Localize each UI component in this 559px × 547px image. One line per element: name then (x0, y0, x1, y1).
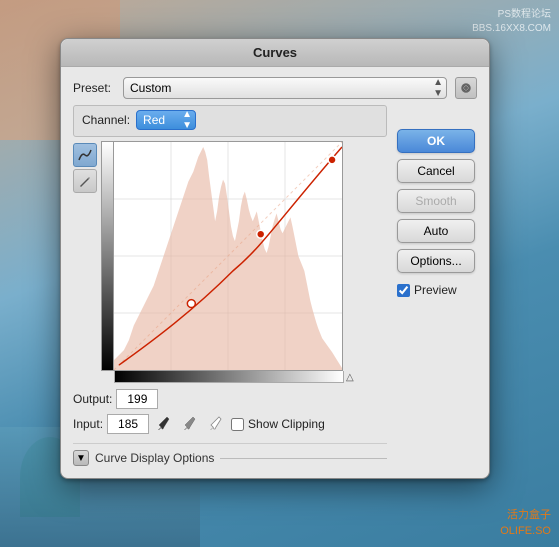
curves-graph[interactable] (113, 141, 343, 371)
output-input[interactable] (116, 389, 158, 409)
control-point-selected (187, 300, 195, 308)
preview-label: Preview (414, 283, 457, 297)
output-gradient-bar (101, 141, 113, 371)
eyedropper-gray-icon (181, 415, 199, 433)
options-button[interactable]: Options... (397, 249, 475, 273)
curve-display-separator (220, 458, 387, 459)
watermark-top: PS数程论坛 BBS.16XX8.COM (472, 8, 551, 36)
curves-svg (114, 142, 342, 370)
preset-select-wrapper: Custom Default Strong Contrast ▲▼ (123, 77, 447, 99)
channel-label: Channel: (82, 113, 130, 127)
options-button-label: Options... (410, 254, 461, 268)
smooth-button[interactable]: Smooth (397, 189, 475, 213)
dialog-body: Preset: Custom Default Strong Contrast ▲… (61, 67, 489, 478)
control-point-1 (257, 230, 265, 238)
output-label: Output: (73, 392, 112, 406)
curves-area: △ (73, 141, 387, 383)
preview-checkbox[interactable] (397, 284, 410, 297)
bottom-bar-row: △ (114, 371, 354, 383)
preset-options-button[interactable] (455, 77, 477, 99)
input-input[interactable] (107, 414, 149, 434)
ok-button[interactable]: OK (397, 129, 475, 153)
curve-display-expand-button[interactable]: ▼ (73, 450, 89, 466)
cancel-button-label: Cancel (417, 164, 454, 178)
graph-container: △ (101, 141, 354, 383)
left-panel: Channel: Red Green Blue RGB ▲▼ (73, 105, 387, 470)
right-panel: OK Cancel Smooth Auto Options... Preview (397, 105, 477, 470)
dialog-titlebar: Curves (61, 39, 489, 67)
graph-row (101, 141, 354, 371)
ok-button-label: OK (427, 134, 445, 148)
preset-select[interactable]: Custom Default Strong Contrast (123, 77, 447, 99)
pencil-tool-icon (78, 174, 92, 188)
channel-select[interactable]: Red Green Blue RGB (136, 110, 196, 130)
auto-button-label: Auto (424, 224, 449, 238)
black-point-eyedropper-button[interactable] (153, 413, 175, 435)
preset-row: Preset: Custom Default Strong Contrast ▲… (73, 77, 477, 99)
white-point-eyedropper-button[interactable] (205, 413, 227, 435)
dialog-title: Curves (253, 45, 297, 60)
gray-point-eyedropper-button[interactable] (179, 413, 201, 435)
show-clipping-option[interactable]: Show Clipping (231, 417, 325, 431)
eyedropper-white-icon (207, 415, 225, 433)
preset-label: Preset: (73, 81, 115, 95)
watermark-bottom: 活力盒子 OLIFE.SO (500, 508, 551, 539)
show-clipping-checkbox[interactable] (231, 418, 244, 431)
curve-tool-button[interactable] (73, 143, 97, 167)
smooth-button-label: Smooth (415, 194, 456, 208)
curve-tool-icon (78, 148, 92, 162)
auto-button[interactable]: Auto (397, 219, 475, 243)
curve-display-row: ▼ Curve Display Options (73, 443, 387, 470)
gear-icon (459, 81, 473, 95)
triangle-indicator-icon: △ (346, 372, 354, 383)
input-section: Input: (73, 413, 387, 435)
eyedropper-black-icon (155, 415, 173, 433)
main-content-row: Channel: Red Green Blue RGB ▲▼ (73, 105, 477, 470)
control-point-2 (328, 156, 336, 164)
pencil-tool-button[interactable] (73, 169, 97, 193)
input-gradient-bar (114, 371, 344, 383)
channel-select-wrapper: Red Green Blue RGB ▲▼ (136, 110, 196, 130)
input-label: Input: (73, 417, 103, 431)
show-clipping-label: Show Clipping (248, 417, 325, 431)
preview-row: Preview (397, 283, 477, 297)
cancel-button[interactable]: Cancel (397, 159, 475, 183)
channel-row: Channel: Red Green Blue RGB ▲▼ (80, 110, 380, 130)
curves-dialog: Curves Preset: Custom Default Strong Con… (60, 38, 490, 479)
curve-display-label: Curve Display Options (95, 451, 214, 465)
output-section: Output: (73, 389, 387, 409)
curves-tools (73, 141, 97, 383)
